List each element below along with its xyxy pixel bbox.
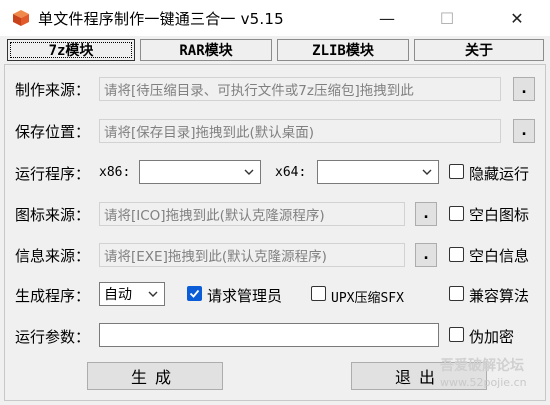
gen-label: 生成程序： <box>15 287 91 305</box>
compat-checkbox[interactable] <box>449 286 464 301</box>
mode-value: 自动 <box>104 287 132 303</box>
upx-label: UPX压缩SFX <box>331 291 404 306</box>
hide-run-checkbox[interactable] <box>449 164 464 179</box>
tab-bar: 7z模块 RAR模块 ZLIB模块 关于 <box>0 36 550 64</box>
checkmark-icon <box>189 289 200 298</box>
chevron-down-icon <box>244 169 254 175</box>
x86-select[interactable] <box>139 160 261 184</box>
blank-info-label: 空白信息 <box>469 247 530 265</box>
params-label: 运行参数： <box>15 328 91 346</box>
admin-label: 请求管理员 <box>207 287 283 305</box>
icon-browse-button[interactable]: . <box>415 202 437 226</box>
chevron-down-icon <box>148 291 158 297</box>
window-title: 单文件程序制作一键通三合一 v5.15 <box>38 10 284 28</box>
tab-7z[interactable]: 7z模块 <box>7 39 135 61</box>
save-input[interactable]: 请将[保存目录]拖拽到此(默认桌面) <box>99 119 501 143</box>
icon-label: 图标来源： <box>15 206 91 224</box>
source-label: 制作来源： <box>15 81 91 99</box>
hide-run-label: 隐藏运行 <box>469 165 530 183</box>
generate-button[interactable]: 生成 <box>87 362 223 390</box>
fake-encrypt-label: 伪加密 <box>469 328 515 346</box>
run-label: 运行程序： <box>15 165 91 183</box>
icon-input[interactable]: 请将[ICO]拖拽到此(默认克隆源程序) <box>99 202 405 226</box>
tab-zlib[interactable]: ZLIB模块 <box>277 39 409 61</box>
compat-label: 兼容算法 <box>469 287 530 305</box>
mode-select[interactable]: 自动 <box>99 282 165 306</box>
close-button[interactable]: ✕ <box>494 0 540 36</box>
minimize-button[interactable]: — <box>364 0 410 36</box>
blank-icon-checkbox[interactable] <box>449 206 464 221</box>
save-browse-button[interactable]: . <box>513 119 535 143</box>
source-input[interactable]: 请将[待压缩目录、可执行文件或7z压缩包]拖拽到此 <box>99 77 501 101</box>
save-label: 保存位置： <box>15 123 91 141</box>
info-label: 信息来源： <box>15 247 91 265</box>
title-bar: 单文件程序制作一键通三合一 v5.15 — ☐ ✕ <box>0 0 550 36</box>
app-box-icon <box>13 10 29 26</box>
info-browse-button[interactable]: . <box>415 243 437 267</box>
upx-checkbox[interactable] <box>311 286 326 301</box>
params-input[interactable] <box>99 323 439 347</box>
chevron-down-icon <box>422 169 432 175</box>
x64-select[interactable] <box>317 160 439 184</box>
source-browse-button[interactable]: . <box>513 77 535 101</box>
tab-rar[interactable]: RAR模块 <box>140 39 272 61</box>
settings-panel: 制作来源： 请将[待压缩目录、可执行文件或7z压缩包]拖拽到此 . 保存位置： … <box>4 64 546 401</box>
x64-label: x64: <box>275 165 307 180</box>
admin-checkbox[interactable] <box>187 286 202 301</box>
watermark-line1: 吾爱破解论坛 <box>440 358 524 374</box>
watermark-line2: www.52pojie.cn <box>440 375 527 389</box>
tab-about[interactable]: 关于 <box>414 39 544 61</box>
blank-info-checkbox[interactable] <box>449 247 464 262</box>
x86-label: x86: <box>99 165 131 180</box>
blank-icon-label: 空白图标 <box>469 206 530 224</box>
site-watermark: 吾爱破解论坛 www.52pojie.cn <box>440 357 546 401</box>
info-input[interactable]: 请将[EXE]拖拽到此(默认克隆源程序) <box>99 243 405 267</box>
maximize-button[interactable]: ☐ <box>424 0 470 36</box>
fake-encrypt-checkbox[interactable] <box>449 327 464 342</box>
